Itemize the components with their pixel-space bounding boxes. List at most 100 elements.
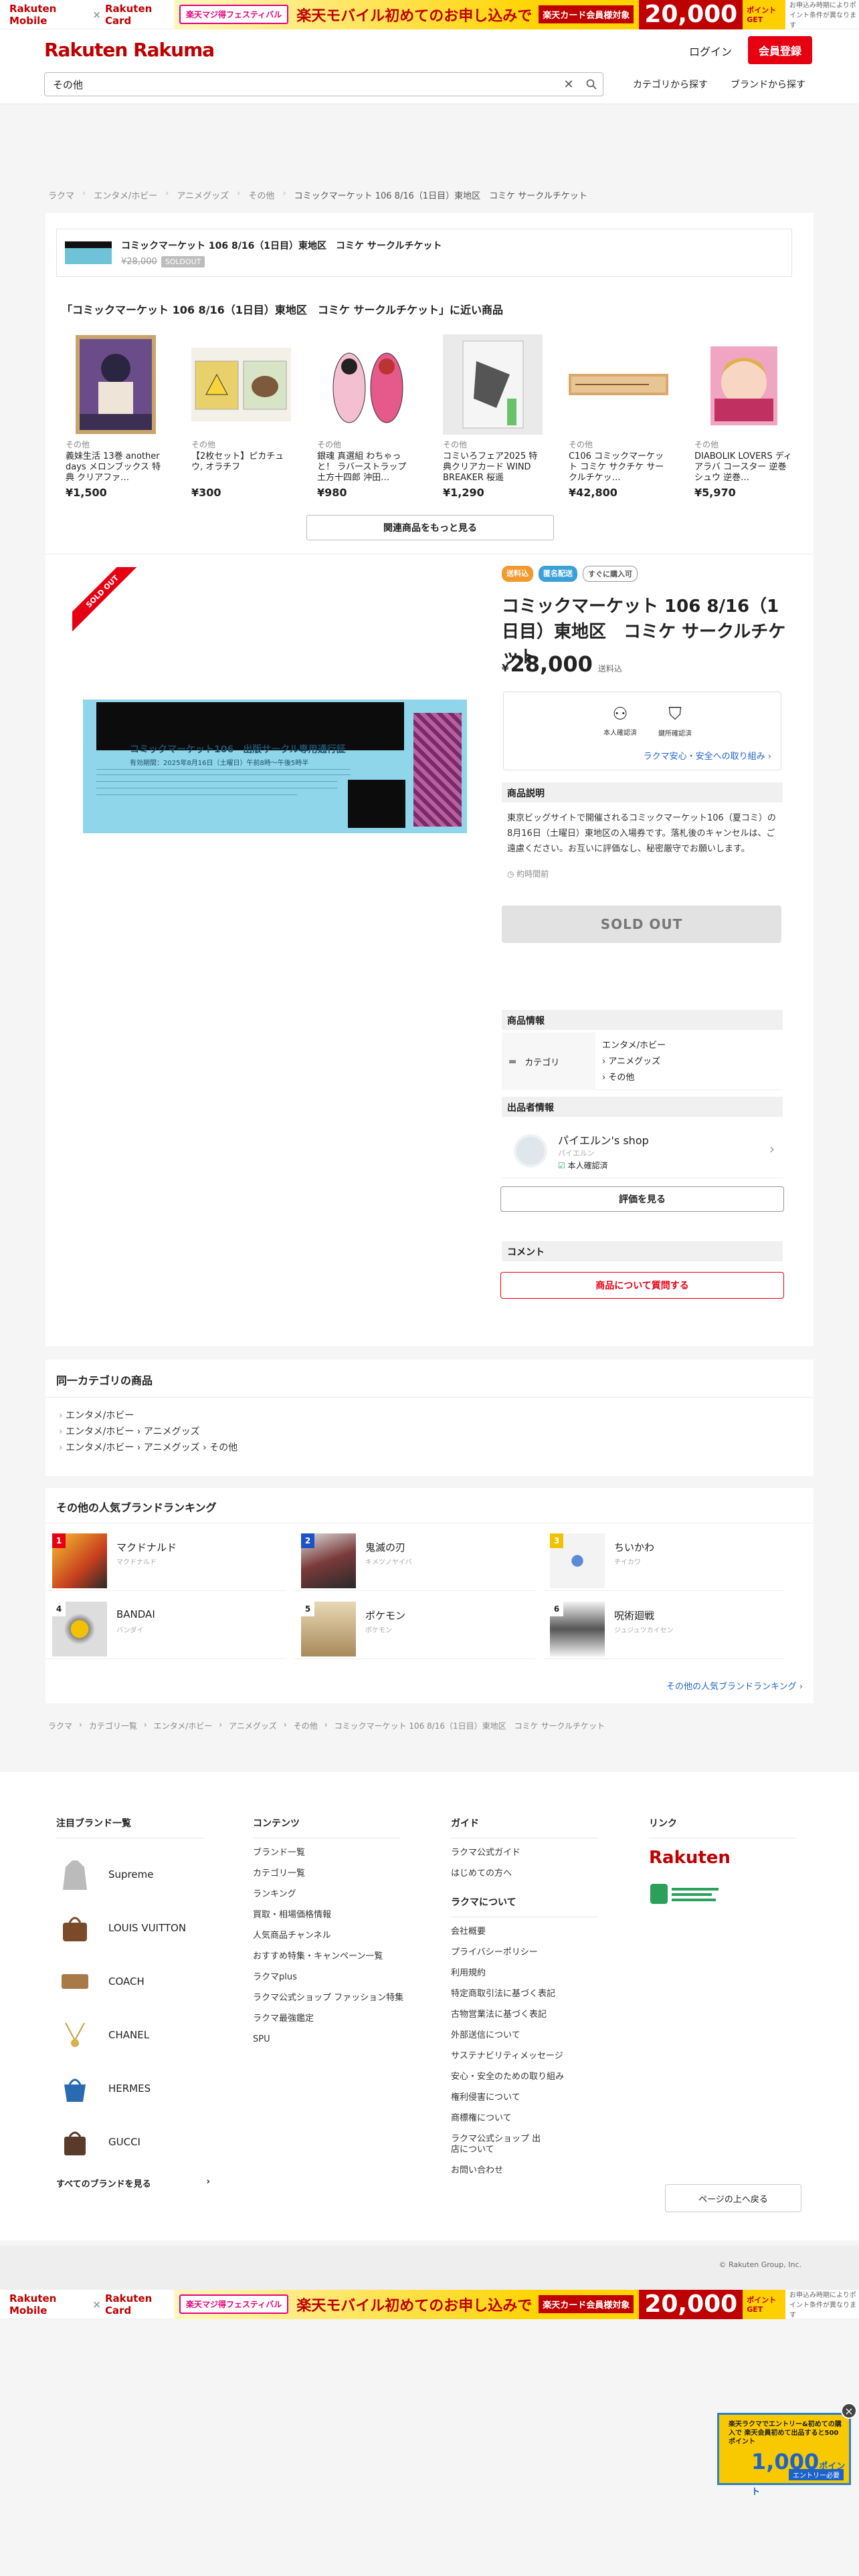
all-brands-link[interactable]: すべてのブランドを見る › (56, 2177, 210, 2189)
category-search-link[interactable]: カテゴリから探す (633, 78, 708, 91)
rakuten-logo[interactable]: Rakuten (649, 1848, 796, 1868)
footer-brand-link[interactable]: Supreme (56, 1848, 210, 1901)
category-link[interactable]: › その他 (602, 1070, 666, 1086)
mini-item-price: ¥28,000 (121, 256, 157, 267)
category-link[interactable]: › アニメグッズ (602, 1054, 666, 1070)
comment-heading: コメント (502, 1241, 783, 1261)
footer-link[interactable]: 人気商品チャンネル (253, 1931, 407, 1941)
footer-link[interactable]: 商標権について (451, 2113, 598, 2124)
login-link[interactable]: ログイン (689, 43, 732, 59)
item-section: コミックマーケット 106 8/16（1日目）東地区 コミケ サークルチケット … (45, 213, 814, 1346)
footer-brand-link[interactable]: LOUIS VUITTON (56, 1901, 210, 1955)
footer-link[interactable]: ラクマ公式ショップ ファッション特集 (253, 1993, 407, 2004)
footer-link[interactable]: 会社概要 (451, 1927, 598, 1937)
more-related-button[interactable]: 関連商品をもっと見る (306, 515, 554, 540)
folder-icon: ▬ (508, 1056, 517, 1067)
footer-link[interactable]: はじめての方へ (451, 1868, 598, 1879)
similar-item[interactable]: その他 銀魂 真選組 わちゃっと！ ラバーストラップ 土方十四郎 沖田… ¥98… (317, 334, 417, 499)
breadcrumb-current: コミックマーケット 106 8/16（1日目）東地区 コミケ サークルチケット (294, 191, 587, 201)
product-photo[interactable]: SOLD OUT コミックマーケット106 出版サークル専用通行証 有効期間：2… (72, 567, 500, 986)
ranking-item[interactable]: 6 呪術廻戦 ジュジュツカイセン (543, 1598, 784, 1659)
footer-link[interactable]: ラクマplus (253, 1972, 407, 1983)
similar-item-image (694, 334, 794, 435)
banner-message: 楽天モバイル初めてのお申し込みで (296, 7, 533, 25)
bottom-breadcrumb: ラクマ › カテゴリ一覧 › エンタメ/ホビー › アニメグッズ › その他 › コミック… (48, 1720, 605, 1731)
footer-link[interactable]: 特定商取引法に基づく表記 (451, 1989, 598, 2000)
rakuma-logo[interactable]: Rakuten Rakuma (44, 39, 215, 61)
similar-item[interactable]: その他 DIABOLIK LOVERS ディアラバ コースター 逆巻シュウ 逆巻… (694, 334, 794, 499)
footer-brand-link[interactable]: COACH (56, 1955, 210, 2008)
clear-icon[interactable]: ✕ (557, 73, 580, 96)
footer-brand-link[interactable]: GUCCI (56, 2115, 210, 2169)
similar-item-category: その他 (191, 440, 216, 449)
footer-link[interactable]: サステナビリティメッセージ (451, 2051, 598, 2062)
breadcrumb-item[interactable]: ラクマ (48, 189, 74, 201)
bottom-ad-banner[interactable]: Rakuten Mobile × Rakuten Card 楽天マジ得フェスティバル… (0, 2289, 859, 2319)
same-category-section: 同一カテゴリの商品 エンタメ/ホビー エンタメ/ホビー › アニメグッズ エンタ… (45, 1360, 814, 1476)
similar-item[interactable]: その他 義妹生活 13巻 another days メロンブックス 特典 クリア… (66, 334, 165, 499)
footer-contents: コンテンツ ブランド一覧 カテゴリ一覧 ランキング 買取・相場価格情報 人気商品… (253, 1816, 407, 2055)
ranking-item[interactable]: 4 BANDAI バンダイ (45, 1598, 286, 1659)
footer-link[interactable]: ランキング (253, 1889, 407, 1900)
footer-link[interactable]: おすすめ特集・キャンペーン一覧 (253, 1951, 407, 1962)
breadcrumb: ラクマ › エンタメ/ホビー › アニメグッズ › その他 › コミックマーケット 10… (48, 189, 587, 201)
banner-points: 20,000 (639, 0, 743, 29)
top-ad-banner[interactable]: Rakuten Mobile × Rakuten Card 楽天マジ得フェスティバル… (0, 0, 859, 29)
footer-link[interactable]: ラクマ最強鑑定 (253, 2014, 407, 2024)
footer-link[interactable]: ブランド一覧 (253, 1848, 407, 1858)
seller-card[interactable]: パイエルン's shop パイエルン ☑ 本人確認済 › (502, 1122, 783, 1178)
view-reviews-button[interactable]: 評価を見る (500, 1186, 784, 1212)
safety-link[interactable]: ラクマ安心・安全への取り組み › (644, 749, 771, 762)
footer-brand-link[interactable]: CHANEL (56, 2008, 210, 2062)
search-icon[interactable] (580, 73, 603, 96)
footer-link[interactable]: 安心・安全のための取り組み (451, 2072, 598, 2082)
brand-search-link[interactable]: ブランドから探す (731, 78, 805, 91)
breadcrumb-item[interactable]: エンタメ/ホビー (94, 189, 157, 201)
footer-link[interactable]: 利用規約 (451, 1968, 598, 1979)
ranking-item[interactable]: 3 ちいかわ チイカワ (543, 1529, 784, 1591)
privacy-mark-icon[interactable] (649, 1883, 796, 1905)
same-category-link[interactable]: エンタメ/ホビー › アニメグッズ › その他 (59, 1440, 237, 1456)
same-category-link[interactable]: エンタメ/ホビー › アニメグッズ (59, 1424, 237, 1440)
breadcrumb-item[interactable]: その他 (294, 1720, 318, 1731)
footer-link[interactable]: カテゴリ一覧 (253, 1868, 407, 1879)
back-to-top-button[interactable]: ページの上へ戻る (665, 2184, 801, 2212)
entry-popup[interactable]: × 楽天ラクマでエントリー&初めての購入で 楽天会員初めて出品すると500ポイン… (717, 2403, 857, 2497)
footer-link[interactable]: 権利侵害について (451, 2092, 598, 2103)
close-icon[interactable]: × (841, 2403, 857, 2419)
breadcrumb-item[interactable]: カテゴリ一覧 (89, 1720, 137, 1731)
ranking-more-link[interactable]: その他の人気ブランドランキング › (666, 1679, 803, 1692)
footer-brand-link[interactable]: HERMES (56, 2062, 210, 2115)
footer-link[interactable]: お問い合わせ (451, 2165, 598, 2176)
footer-link[interactable]: ラクマ公式ガイド (451, 1848, 598, 1858)
similar-item[interactable]: その他 【2枚セット】ピカチュウ, オラチフ ¥300 (191, 334, 291, 499)
breadcrumb-item[interactable]: ラクマ (48, 1720, 72, 1731)
register-button[interactable]: 会員登録 (748, 36, 812, 64)
product-tags: 送料込 匿名配送 すぐに購入可 (502, 566, 638, 582)
ask-question-button[interactable]: 商品について質問する (500, 1272, 784, 1299)
ranking-item[interactable]: 2 鬼滅の刃 キメツノヤイバ (294, 1529, 535, 1591)
search-input[interactable] (45, 74, 557, 95)
mini-item-bar[interactable]: コミックマーケット 106 8/16（1日目）東地区 コミケ サークルチケット … (56, 229, 792, 277)
safety-box: ⚇ 本人確認済 ⛉ 鍵所確認済 ラクマ安心・安全への取り組み › (503, 691, 781, 770)
footer-link[interactable]: プライバシーポリシー (451, 1947, 598, 1958)
soldout-button[interactable]: SOLD OUT (502, 905, 781, 943)
breadcrumb-item[interactable]: エンタメ/ホビー (154, 1720, 213, 1731)
breadcrumb-item[interactable]: アニメグッズ (177, 189, 229, 201)
footer-link[interactable]: SPU (253, 2034, 407, 2045)
footer-link[interactable]: 外部送信について (451, 2030, 598, 2041)
category-link[interactable]: エンタメ/ホビー (602, 1038, 666, 1054)
mini-item-thumbnail (65, 241, 112, 264)
similar-item-image (443, 334, 543, 435)
footer-link[interactable]: 古物営業法に基づく表記 (451, 2010, 598, 2020)
breadcrumb-item[interactable]: その他 (248, 189, 274, 201)
footer-link[interactable]: 買取・相場価格情報 (253, 1910, 407, 1921)
breadcrumb-current: コミックマーケット 106 8/16（1日目）東地区 コミケ サークルチケット (334, 1721, 605, 1731)
footer-link[interactable]: ラクマ公式ショップ 出店について (451, 2134, 545, 2155)
similar-item[interactable]: その他 C106 コミックマーケット コミケ サクチケ サークルチケッ… ¥42… (569, 334, 668, 499)
same-category-link[interactable]: エンタメ/ホビー (59, 1408, 237, 1424)
breadcrumb-item[interactable]: アニメグッズ (229, 1720, 277, 1731)
similar-item[interactable]: その他 コミいろフェア2025 特典クリアカード WIND BREAKER 桜遥… (443, 334, 543, 499)
ranking-item[interactable]: 1 マクドナルド マクドナルド (45, 1529, 286, 1591)
ranking-item[interactable]: 5 ポケモン ポケモン (294, 1598, 535, 1659)
